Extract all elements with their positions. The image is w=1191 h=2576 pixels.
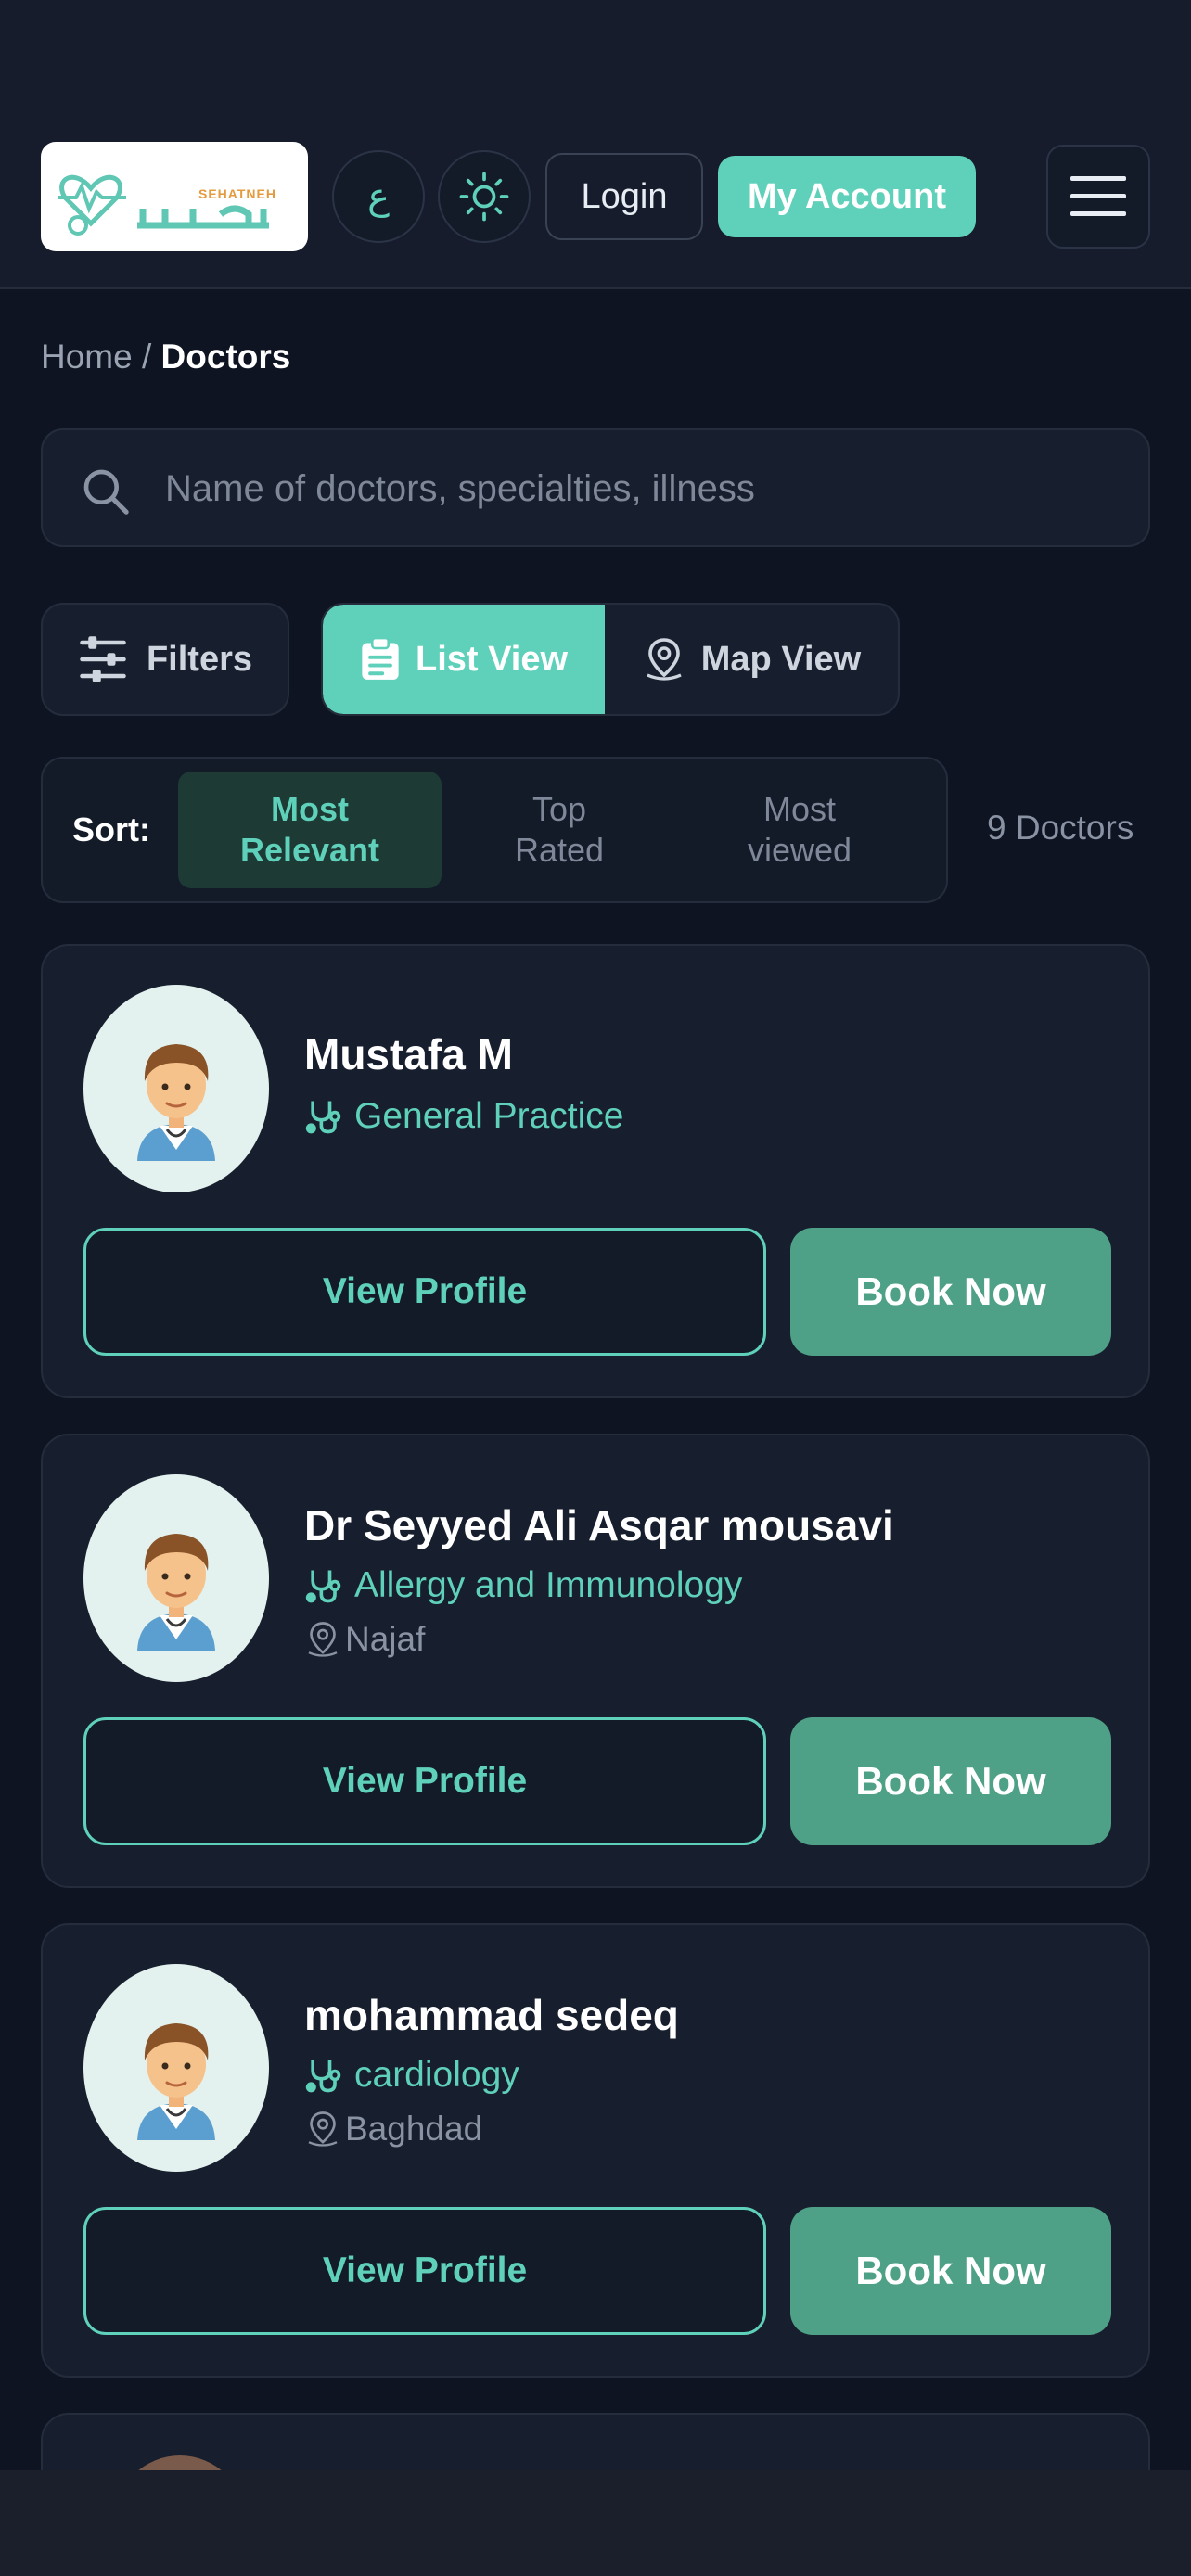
view-mode-toggle: List View Map View <box>321 603 900 716</box>
hamburger-icon <box>1070 176 1126 216</box>
list-view-label: List View <box>415 639 569 679</box>
filters-button[interactable]: Filters <box>41 603 289 716</box>
filters-label: Filters <box>146 639 253 679</box>
doctor-emoji-icon <box>137 1534 215 1651</box>
sort-option-line: viewed <box>747 831 852 869</box>
sort-bar: Sort: Most Relevant Top Rated Most viewed <box>41 757 948 903</box>
doctor-name[interactable]: Mustafa M <box>304 1029 513 1079</box>
doctor-card: Dr Seyyed Ali Asqar mousavi Allergy and … <box>41 1434 1150 1888</box>
book-now-button[interactable]: Book Now <box>790 1717 1111 1845</box>
location-label: Baghdad <box>345 2110 483 2148</box>
view-profile-button[interactable]: View Profile <box>83 2207 766 2335</box>
book-now-button[interactable]: Book Now <box>790 2207 1111 2335</box>
clipboard-icon <box>362 637 399 680</box>
location-label: Najaf <box>345 1620 426 1658</box>
sliders-icon <box>80 636 126 682</box>
doctor-emoji-icon <box>137 2023 215 2140</box>
specialty-label: General Practice <box>354 1096 624 1136</box>
sort-option-line: Rated <box>514 831 605 869</box>
login-button[interactable]: Login <box>545 153 703 240</box>
list-view-button[interactable]: List View <box>323 605 605 714</box>
specialty-label: Allergy and Immunology <box>354 1565 743 1605</box>
doctor-card: mohammad sedeq cardiology Baghdad View P… <box>41 1923 1150 2378</box>
doctor-name[interactable]: Dr Seyyed Ali Asqar mousavi <box>304 1500 894 1550</box>
breadcrumb: Home / Doctors <box>41 338 290 376</box>
search-bar <box>41 428 1150 547</box>
view-profile-button[interactable]: View Profile <box>83 1717 766 1845</box>
location-pin-icon <box>308 2111 338 2147</box>
breadcrumb-separator: / <box>132 338 161 376</box>
search-icon <box>83 469 129 515</box>
specialty-label: cardiology <box>354 2055 519 2095</box>
browser-bottom-bar <box>0 2470 1191 2576</box>
search-input[interactable] <box>165 453 1111 525</box>
stethoscope-icon <box>305 2060 341 2093</box>
sort-option-most-viewed[interactable]: Most viewed <box>683 772 916 888</box>
sun-icon <box>459 172 509 222</box>
my-account-button[interactable]: My Account <box>718 156 976 237</box>
map-pin-icon <box>647 638 682 681</box>
doctor-specialty: General Practice <box>304 1096 623 1137</box>
location-pin-icon <box>308 1622 338 1657</box>
doctor-count: 9 Doctors <box>987 809 1134 847</box>
breadcrumb-home-link[interactable]: Home <box>41 338 133 376</box>
sort-option-line: Most <box>270 790 349 828</box>
doctor-specialty: Allergy and Immunology <box>304 1565 742 1606</box>
sort-option-top-rated[interactable]: Top Rated <box>456 772 662 888</box>
sort-option-line: Relevant <box>239 831 380 869</box>
theme-toggle-button[interactable] <box>438 150 531 243</box>
doctor-location: Najaf <box>304 1619 425 1660</box>
map-view-label: Map View <box>700 639 862 679</box>
doctor-avatar <box>83 985 269 1192</box>
sort-label: Sort: <box>72 810 150 848</box>
doctor-emoji-icon <box>137 1044 215 1161</box>
site-logo[interactable]: SEHATNEH <box>41 142 308 251</box>
doctor-avatar <box>83 1474 269 1682</box>
stethoscope-icon <box>305 1570 341 1603</box>
breadcrumb-current: Doctors <box>160 338 291 376</box>
book-now-button[interactable]: Book Now <box>790 1228 1111 1356</box>
logo-text: SEHATNEH <box>198 186 276 201</box>
language-toggle-button[interactable]: ع <box>332 150 425 243</box>
doctor-avatar <box>83 1964 269 2172</box>
sort-option-most-relevant[interactable]: Most Relevant <box>178 772 442 888</box>
app-header: SEHATNEH ع Login My Account <box>0 0 1191 289</box>
view-profile-button[interactable]: View Profile <box>83 1228 766 1356</box>
arabic-letter-icon: ع <box>367 176 390 217</box>
menu-button[interactable] <box>1046 145 1150 249</box>
doctor-location: Baghdad <box>304 2109 482 2149</box>
doctor-name[interactable]: mohammad sedeq <box>304 1990 679 2040</box>
sort-option-line: Most <box>762 790 836 828</box>
stethoscope-icon <box>305 1101 341 1134</box>
doctor-card: Mustafa M General Practice View Profile … <box>41 944 1150 1398</box>
map-view-button[interactable]: Map View <box>605 605 898 714</box>
sort-option-line: Top <box>531 790 587 828</box>
doctor-specialty: cardiology <box>304 2055 519 2096</box>
